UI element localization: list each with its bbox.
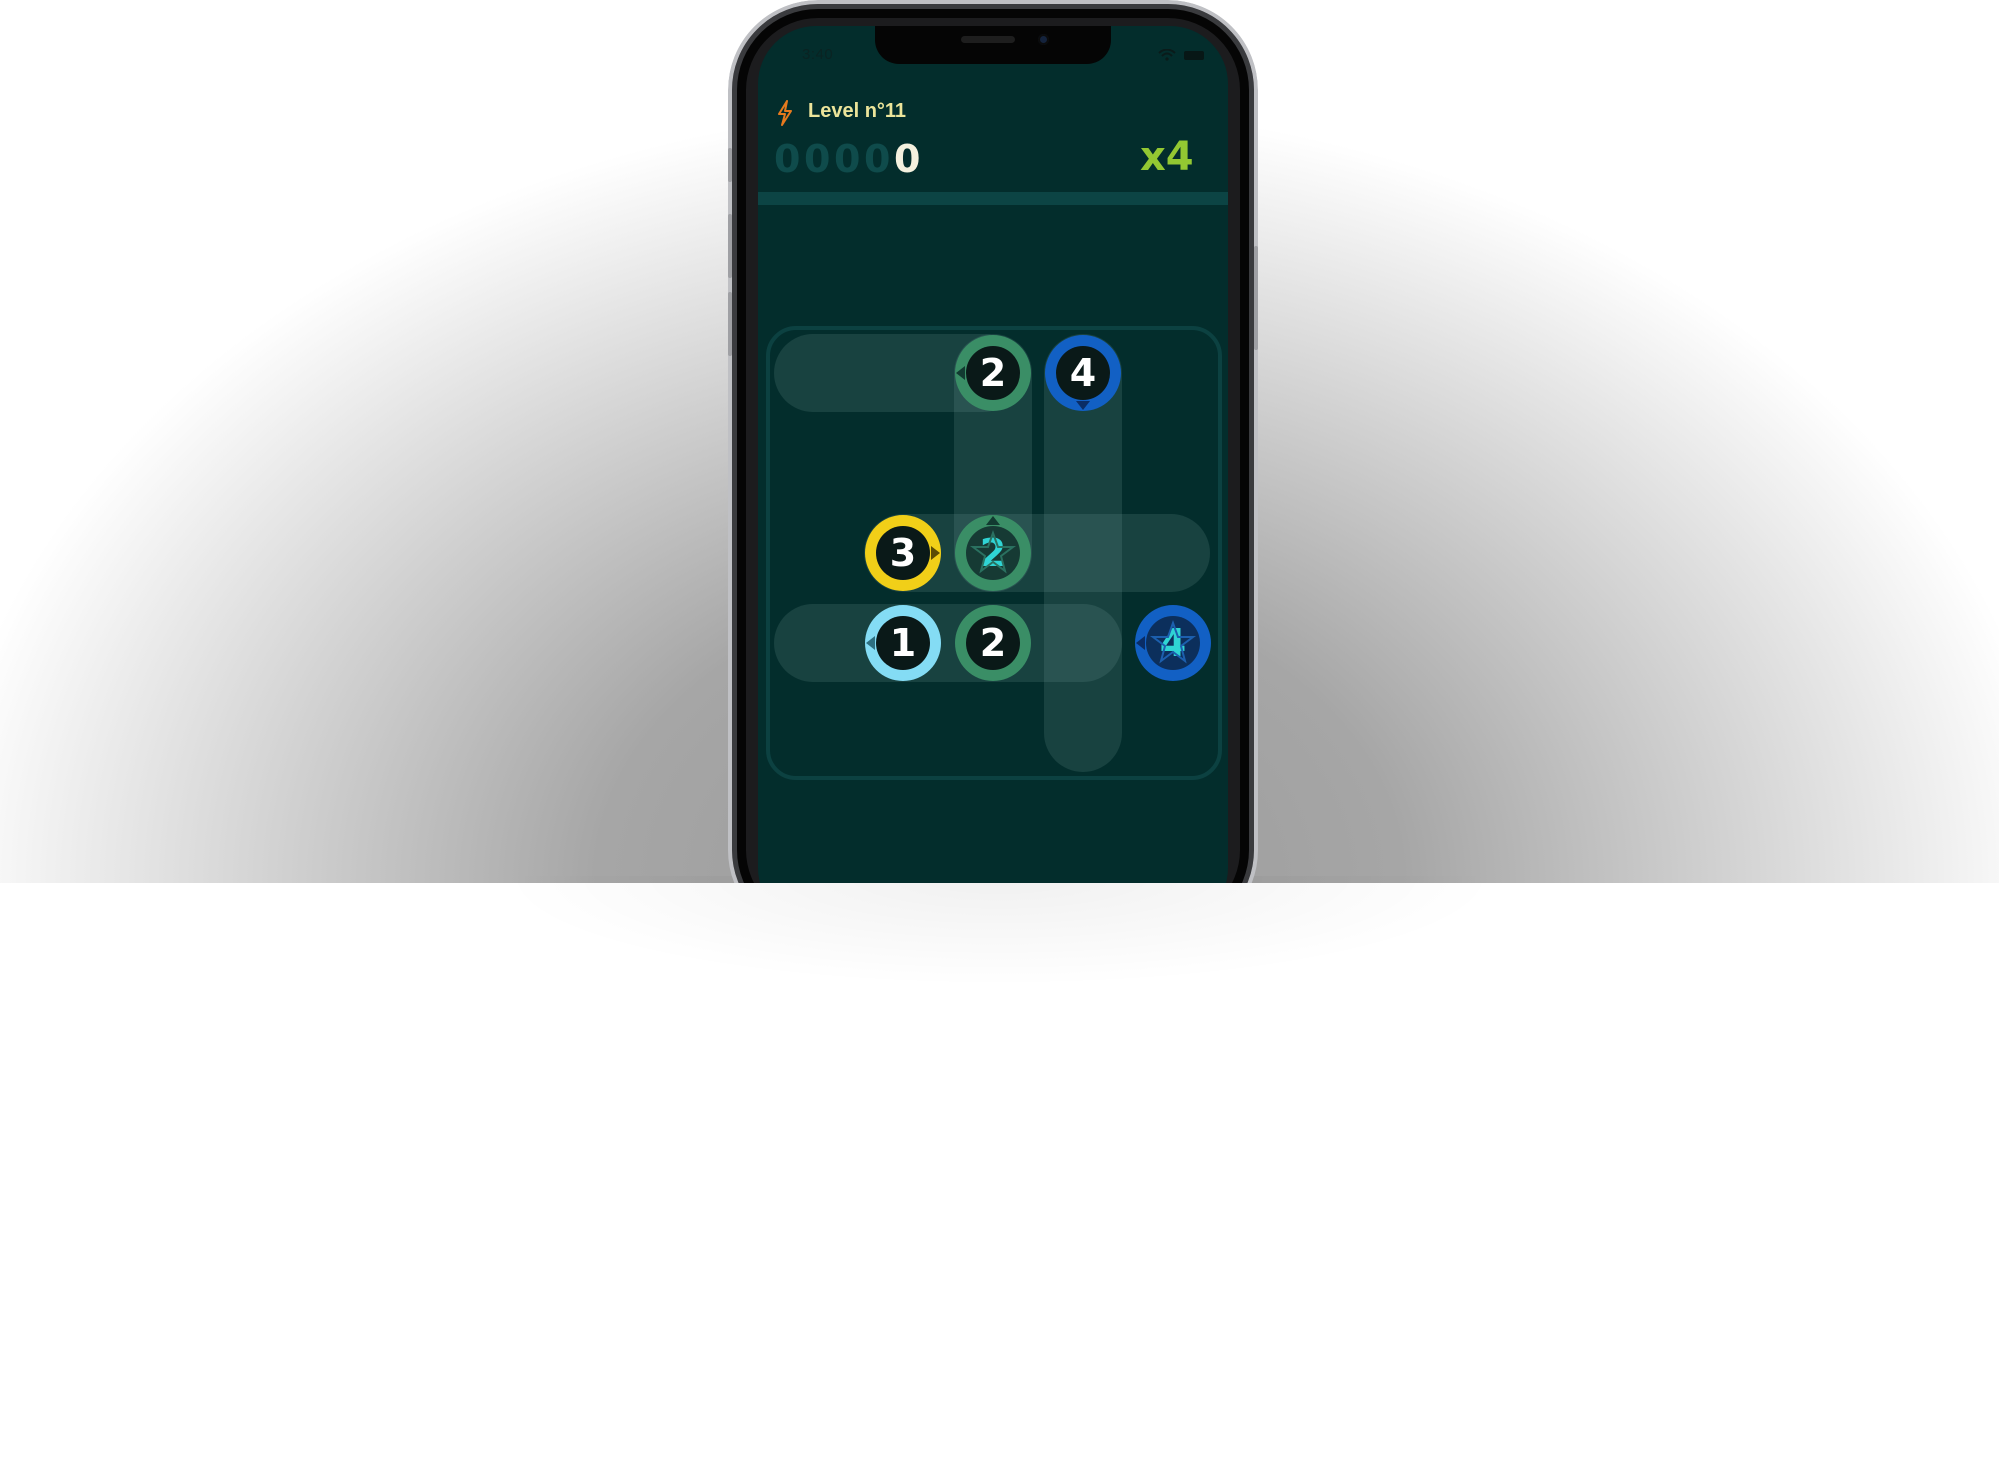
battery-icon: [1184, 51, 1204, 60]
score-multiplier: x4: [1140, 134, 1194, 180]
arrow-right-icon: [931, 546, 940, 560]
piece-yellow-3[interactable]: 3: [865, 515, 941, 591]
arrow-left-icon: [1136, 636, 1145, 650]
status-icons: [1158, 49, 1208, 63]
score-digit: 0: [834, 137, 861, 181]
score-digit: 0: [774, 137, 801, 181]
target-green-2: 2: [955, 515, 1031, 591]
track-row-bottom: [774, 604, 1122, 682]
piece-green-2[interactable]: 2: [955, 605, 1031, 681]
piece-number: 4: [1056, 346, 1110, 400]
star-icon: [1150, 620, 1196, 664]
status-time: 3:40: [802, 46, 834, 63]
arrow-down-icon: [1076, 401, 1090, 410]
piece-number: 2: [966, 616, 1020, 670]
volume-down-button: [728, 292, 732, 356]
wifi-icon: [1158, 49, 1176, 61]
piece-green-2[interactable]: 2: [955, 335, 1031, 411]
star-icon: [970, 530, 1016, 574]
power-button: [1254, 246, 1258, 350]
score-digit: 0: [864, 137, 891, 181]
piece-number: 3: [876, 526, 930, 580]
target-blue-4: 4: [1135, 605, 1211, 681]
phone-mockup: 3:40 Level n°11 0 0 0 0 0 x4 2 4 3 2 1 2…: [728, 0, 1258, 883]
arrow-up-icon: [986, 516, 1000, 525]
score-counter: 0 0 0 0 0: [774, 136, 920, 186]
score-digit: 0: [804, 137, 831, 181]
arrow-left-icon: [956, 366, 965, 380]
piece-blue-4[interactable]: 4: [1045, 335, 1121, 411]
phone-notch: [875, 26, 1111, 64]
piece-number: 2: [966, 346, 1020, 400]
speaker-grille: [961, 36, 1015, 43]
floor-shadow: [480, 876, 1520, 1116]
game-screen: 3:40 Level n°11 0 0 0 0 0 x4 2 4 3 2 1 2…: [758, 26, 1228, 883]
level-label: Level n°11: [808, 100, 907, 122]
piece-lightblue-1[interactable]: 1: [865, 605, 941, 681]
camera-lens: [1038, 34, 1049, 45]
score-digit-active: 0: [894, 137, 921, 181]
game-board: 2 4 3 2 1 2 4: [766, 326, 1222, 780]
volume-up-button: [728, 214, 732, 278]
arrow-left-icon: [866, 636, 875, 650]
hud-divider: [758, 192, 1228, 205]
piece-number: 1: [876, 616, 930, 670]
bolt-icon: [778, 100, 792, 126]
mute-switch: [728, 148, 732, 182]
